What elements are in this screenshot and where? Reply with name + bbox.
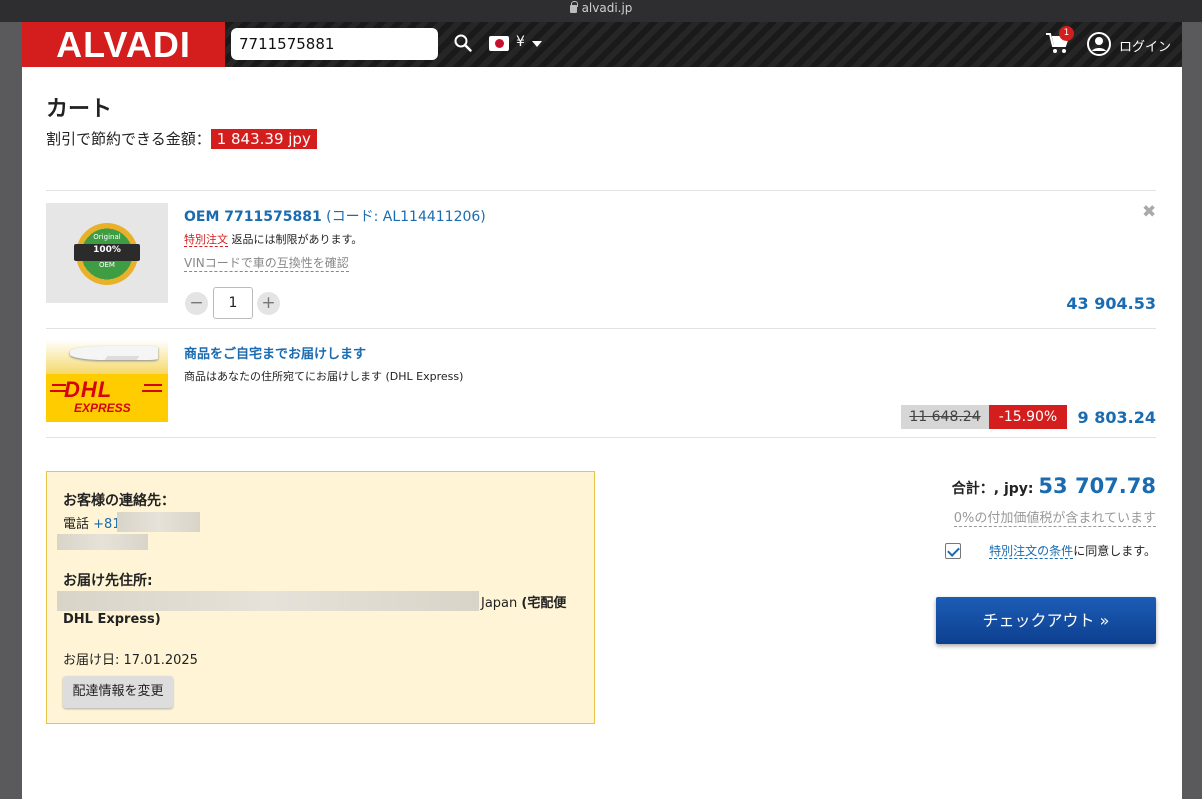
special-order-note: 特別注文 返品には制限があります。 — [184, 231, 362, 247]
vin-check-link[interactable]: VINコードで車の互換性を確認 — [184, 254, 349, 272]
terms-link[interactable]: 特別注文の条件 — [989, 544, 1074, 559]
delivery-date: お届け日: 17.01.2025 — [63, 653, 198, 668]
divider — [46, 328, 1156, 329]
special-order-text: 返品には制限があります。 — [231, 233, 363, 246]
search-icon[interactable] — [454, 34, 472, 52]
savings-label: 割引で節約できる金額： — [46, 130, 211, 148]
airplane-wing — [104, 356, 140, 360]
currency-selector[interactable]: ¥ — [516, 34, 525, 50]
total-label: 合計：, jpy: — [951, 481, 1034, 497]
badge-bottom-text: OEM — [99, 261, 115, 269]
address-method-line: DHL Express) — [63, 612, 161, 627]
quantity-input[interactable]: 1 — [213, 287, 253, 319]
dhl-logo-image: DHL EXPRESS — [46, 340, 168, 422]
savings-amount: 1 843.39 jpy — [210, 129, 317, 149]
product-image[interactable]: Original 100% OEM — [46, 203, 168, 303]
site-header: ALVADI ¥ 1 ログイン — [22, 22, 1182, 67]
customer-contact-box: お客様の連絡先： 電話 +81 お届け先住所: Japan (宅配便 DHL E… — [46, 471, 595, 724]
redacted-phone — [117, 512, 200, 532]
delivery-title-link[interactable]: 商品をご自宅までお届けします — [184, 343, 366, 362]
savings-line: 割引で節約できる金額： 1 843.39 jpy — [46, 128, 317, 149]
shipping-price: 9 803.24 — [1077, 408, 1156, 427]
discount-badge: -15.90% — [989, 405, 1067, 429]
address-method: (宅配便 — [521, 596, 567, 611]
right-margin — [1182, 22, 1202, 799]
checkout-button[interactable]: チェックアウト » — [936, 597, 1156, 644]
delivery-description: 商品はあなたの住所宛てにお届けします (DHL Express) — [184, 370, 464, 383]
dhl-speed-line — [142, 390, 162, 392]
dhl-brand-text: DHL — [64, 377, 113, 402]
vat-note[interactable]: 0%の付加価値税が含まれています — [953, 507, 1156, 527]
quantity-increase-button[interactable]: + — [257, 292, 280, 315]
user-icon[interactable] — [1087, 32, 1111, 56]
page-frame: ALVADI ¥ 1 ログイン カート 割引で節約できる金額：1 843.39 … — [22, 22, 1182, 799]
lock-icon — [569, 1, 578, 13]
dhl-speed-line — [144, 384, 162, 386]
divider — [46, 437, 1156, 438]
item-price: 43 904.53 — [1066, 294, 1156, 313]
search-input[interactable] — [231, 28, 438, 60]
phone-line: 電話 +81 — [63, 513, 121, 532]
browser-url-bar[interactable]: alvadi.jp — [0, 0, 1202, 22]
phone-label: 電話 — [63, 517, 90, 532]
redacted-address — [57, 591, 479, 611]
japan-flag-icon[interactable] — [489, 36, 509, 51]
address-country: Japan — [481, 596, 518, 611]
site-logo[interactable]: ALVADI — [22, 22, 225, 67]
total-amount: 53 707.78 — [1038, 474, 1156, 498]
product-title-link[interactable]: OEM 7711575881 (コード: AL114411206) — [184, 206, 486, 226]
login-link[interactable]: ログイン — [1119, 36, 1171, 55]
terms-suffix: に同意します。 — [1073, 544, 1156, 558]
remove-item-icon[interactable]: ✖ — [1142, 204, 1156, 221]
divider — [46, 190, 1156, 191]
product-code: (コード: AL114411206) — [326, 209, 486, 225]
product-oem-number: OEM 7711575881 — [184, 209, 322, 225]
cart-count-badge: 1 — [1059, 26, 1074, 41]
special-order-label[interactable]: 特別注文 — [184, 233, 228, 247]
contact-heading: お客様の連絡先： — [63, 493, 175, 509]
change-delivery-button[interactable]: 配達情報を変更 — [63, 676, 173, 708]
oem-badge-icon: Original 100% OEM — [74, 223, 140, 285]
terms-checkbox[interactable] — [945, 543, 961, 559]
left-margin — [0, 22, 22, 799]
redacted-name — [57, 534, 148, 550]
original-shipping-price: 11 648.24 — [901, 405, 989, 429]
address-tail: Japan (宅配便 — [481, 592, 566, 611]
order-total: 合計：, jpy: 53 707.78 — [952, 474, 1156, 498]
url-text: alvadi.jp — [581, 1, 633, 15]
terms-agreement: 特別注文の条件に同意します。 — [989, 542, 1156, 559]
chevron-down-icon[interactable] — [532, 41, 542, 47]
page-title: カート — [46, 97, 113, 122]
dhl-express-text: EXPRESS — [74, 401, 131, 415]
quantity-decrease-button[interactable]: − — [185, 292, 208, 315]
badge-top-text: Original — [93, 233, 121, 241]
badge-mid-text: 100% — [93, 245, 121, 255]
address-heading: お届け先住所: — [63, 573, 153, 589]
